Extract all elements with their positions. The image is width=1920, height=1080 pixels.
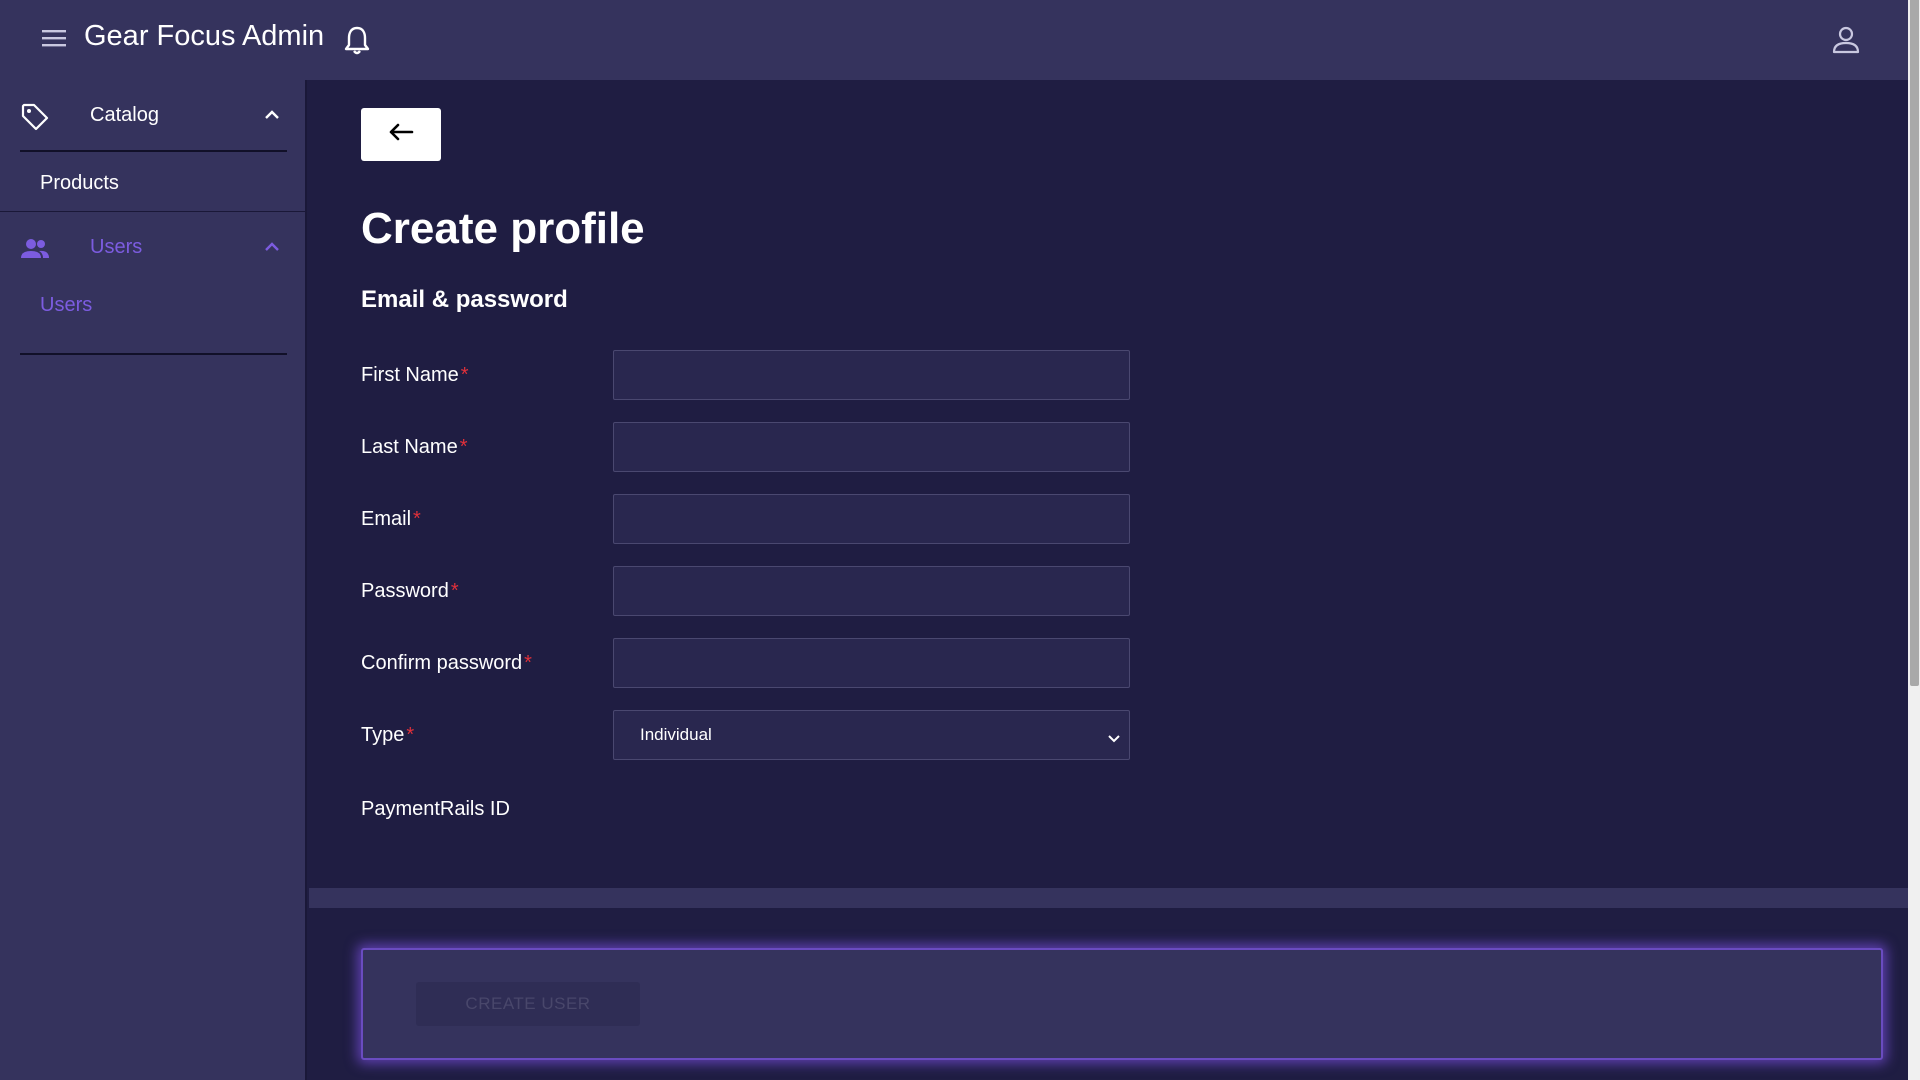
email-input[interactable] bbox=[613, 494, 1130, 544]
required-mark: * bbox=[450, 580, 459, 602]
arrow-left-icon bbox=[387, 122, 415, 147]
first-name-label: First Name * bbox=[361, 364, 469, 386]
type-select[interactable]: Individual bbox=[613, 710, 1130, 760]
confirm-password-input[interactable] bbox=[613, 638, 1130, 688]
section-title: Email & password bbox=[361, 286, 568, 313]
email-row: Email * bbox=[361, 494, 1161, 544]
bell-icon[interactable] bbox=[342, 24, 372, 56]
first-name-row: First Name * bbox=[361, 350, 1161, 400]
last-name-label: Last Name * bbox=[361, 436, 468, 458]
sidebar-item-users[interactable]: Users bbox=[40, 294, 92, 317]
last-name-input[interactable] bbox=[613, 422, 1130, 472]
paymentrails-id-label: PaymentRails ID bbox=[361, 798, 510, 820]
chevron-down-icon bbox=[1107, 730, 1121, 743]
sidebar-header-label: Users bbox=[90, 236, 143, 258]
user-icon[interactable] bbox=[1830, 24, 1862, 56]
scrollbar-thumb[interactable] bbox=[1910, 0, 1919, 686]
tag-icon bbox=[20, 102, 50, 132]
section-divider-band bbox=[309, 888, 1908, 908]
password-row: Password * bbox=[361, 566, 1161, 616]
sidebar-header-catalog[interactable]: Catalog bbox=[0, 80, 307, 150]
divider bbox=[20, 353, 287, 355]
sidebar-item-products[interactable]: Products bbox=[40, 172, 119, 195]
back-button[interactable] bbox=[361, 108, 441, 161]
sticky-footer-panel: CREATE USER bbox=[361, 948, 1883, 1060]
page-title: Create profile bbox=[361, 204, 645, 253]
required-mark: * bbox=[413, 508, 421, 530]
required-mark: * bbox=[524, 652, 532, 674]
confirm-password-label: Confirm password * bbox=[361, 652, 532, 674]
app-title: Gear Focus Admin bbox=[84, 20, 325, 52]
sidebar-header-users[interactable]: Users bbox=[0, 212, 307, 282]
first-name-input[interactable] bbox=[613, 350, 1130, 400]
required-mark: * bbox=[459, 436, 468, 458]
sidebar: Catalog Products Users Users bbox=[0, 80, 307, 1080]
type-row: Type * Individual bbox=[361, 710, 1161, 760]
users-icon bbox=[20, 234, 50, 264]
main-content: Create profile Email & password First Na… bbox=[309, 80, 1908, 1080]
required-mark: * bbox=[406, 724, 415, 746]
create-user-button[interactable]: CREATE USER bbox=[416, 982, 640, 1026]
type-label: Type * bbox=[361, 724, 415, 746]
type-select-value: Individual bbox=[640, 725, 712, 744]
confirm-password-row: Confirm password * bbox=[361, 638, 1161, 688]
chevron-up-icon bbox=[262, 107, 282, 123]
top-app-bar: Gear Focus Admin bbox=[0, 0, 1908, 80]
last-name-row: Last Name * bbox=[361, 422, 1161, 472]
hamburger-menu-icon[interactable] bbox=[40, 26, 74, 54]
password-input[interactable] bbox=[613, 566, 1130, 616]
password-label: Password * bbox=[361, 580, 459, 602]
divider bbox=[20, 150, 287, 152]
required-mark: * bbox=[460, 364, 469, 386]
email-label: Email * bbox=[361, 508, 421, 530]
sidebar-header-label: Catalog bbox=[90, 104, 159, 126]
chevron-up-icon bbox=[262, 239, 282, 255]
